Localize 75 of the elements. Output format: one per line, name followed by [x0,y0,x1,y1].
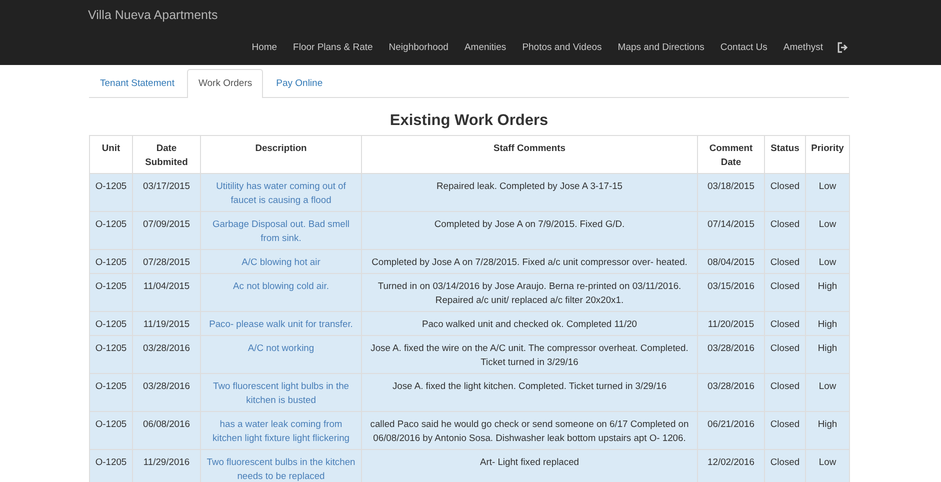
table-cell: 03/28/2016 [698,374,764,412]
table-cell: O-1205 [90,374,132,412]
table-cell: Art- Light fixed replaced [362,450,698,482]
table-cell: 03/28/2016 [132,336,200,374]
table-cell: 11/29/2016 [132,450,200,482]
column-header: Date Submited [132,136,200,174]
table-cell: 03/17/2015 [132,174,200,212]
table-cell: Repaired leak. Completed by Jose A 3-17-15 [362,174,698,212]
nav-link[interactable]: Neighborhood [380,42,456,52]
table-cell: 07/14/2015 [698,212,764,250]
table-cell: Closed [764,312,806,336]
table-cell: High [806,312,850,336]
table-cell: Completed by Jose A on 7/9/2015. Fixed G/D. [362,212,698,250]
table-cell: 12/02/2016 [698,450,764,482]
table-cell: 03/18/2015 [698,174,764,212]
table-cell: Closed [764,174,806,212]
nav-link[interactable]: Maps and Directions [610,42,712,52]
table-cell: Closed [764,450,806,482]
table-cell: O-1205 [90,274,132,312]
nav-link[interactable]: Home [244,42,286,52]
table-cell: O-1205 [90,174,132,212]
table-cell: Completed by Jose A on 7/28/2015. Fixed a/c unit compressor over- heated. [362,250,698,274]
table-cell: 07/09/2015 [132,212,200,250]
nav-link[interactable]: Photos and Videos [514,42,610,52]
table-cell: O-1205 [90,336,132,374]
table-cell: Closed [764,250,806,274]
table-cell: 07/28/2015 [132,250,200,274]
table-cell: O-1205 [90,412,132,450]
page-heading: Existing Work Orders [388,111,550,131]
column-header: Description [200,136,362,174]
table-cell: 06/21/2016 [698,412,764,450]
table-cell: 11/20/2015 [698,312,764,336]
brand-link[interactable]: Villa Nueva Apartments [88,8,218,22]
table-cell: Low [806,450,850,482]
table-cell: Jose A. fixed the light kitchen. Completed. Ticket turned in 3/29/16 [362,374,698,412]
tab[interactable]: Pay Online [265,69,334,97]
nav-link[interactable]: Floor Plans & Rate [285,42,381,52]
tab[interactable]: Work Orders [187,69,264,98]
table-cell: 03/15/2016 [698,274,764,312]
table-cell: Closed [764,336,806,374]
column-header: Staff Comments [362,136,698,174]
table-cell: 03/28/2016 [132,374,200,412]
nav-link[interactable]: Amethyst [775,42,831,52]
table-cell: 03/28/2016 [698,336,764,374]
table-cell: Low [806,174,850,212]
table-cell: O-1205 [90,450,132,482]
table-cell: O-1205 [90,250,132,274]
column-header: Status [764,136,806,174]
table-cell: Paco walked unit and checked ok. Completed 11/20 [362,312,698,336]
table-cell: High [806,412,850,450]
table-cell: Jose A. fixed the wire on the A/C unit. The compressor overheat. Completed. Ticket turned in 3/29/16 [362,336,698,374]
table-cell: High [806,336,850,374]
table-cell: called Paco said he would go check or send someone on 6/17 Completed on 06/08/2016 by Antonio Sosa. Dishwasher leak bottom upstairs apt O- 1206. [362,412,698,450]
table-cell: Closed [764,412,806,450]
table-cell: High [806,274,850,312]
table-cell: Closed [764,212,806,250]
table-cell: Low [806,374,850,412]
nav-link[interactable]: Amenities [456,42,514,52]
table-cell: 08/04/2015 [698,250,764,274]
table-cell: 11/04/2015 [132,274,200,312]
table-cell: Closed [764,374,806,412]
table-cell: 06/08/2016 [132,412,200,450]
nav-link[interactable]: Contact Us [712,42,776,52]
table-cell: Low [806,212,850,250]
column-header: Unit [90,136,132,174]
table-cell: Low [806,250,850,274]
table-cell: O-1205 [90,212,132,250]
table-cell: Closed [764,274,806,312]
column-header: Comment Date [698,136,764,174]
table-cell: Turned in on 03/14/2016 by Jose Araujo. Berna re-printed on 03/11/2016. Repaired a/c unit/ replaced a/c filter 20x20x1. [362,274,698,312]
table-cell: 11/19/2015 [132,312,200,336]
tab[interactable]: Tenant Statement [89,69,186,97]
column-header: Priority [806,136,850,174]
logout-icon[interactable] [837,42,849,52]
table-cell: O-1205 [90,312,132,336]
